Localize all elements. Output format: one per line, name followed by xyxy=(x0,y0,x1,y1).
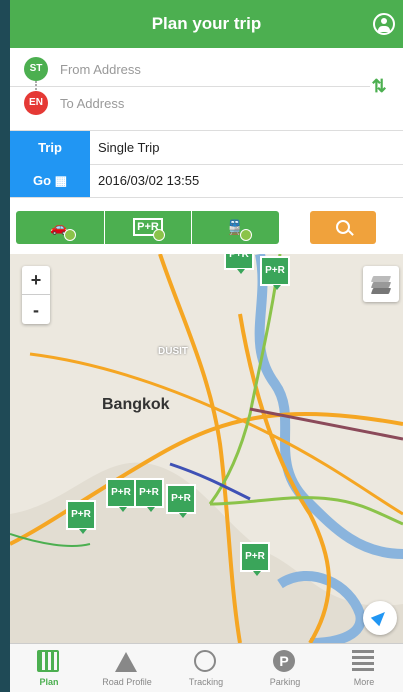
trip-label: Trip xyxy=(10,131,90,164)
mode-park-ride-button[interactable]: P+R xyxy=(104,211,192,244)
search-icon xyxy=(336,220,350,234)
departure-datetime[interactable]: 2016/03/02 13:55 xyxy=(98,173,199,188)
header-bar: Plan your trip xyxy=(10,0,403,48)
play-circle-icon xyxy=(194,650,216,672)
tab-more[interactable]: More xyxy=(325,644,403,692)
check-icon xyxy=(64,229,76,241)
address-panel: ST From Address EN To Address ⇅ xyxy=(10,52,403,120)
swap-vertical-icon[interactable]: ⇅ xyxy=(369,74,389,98)
park-ride-marker[interactable]: P+R xyxy=(224,254,254,274)
tab-label: Road Profile xyxy=(102,677,152,687)
park-ride-marker[interactable]: P+R xyxy=(134,478,164,512)
map-district-label: DUSIT xyxy=(158,346,188,357)
mode-train-button[interactable]: 🚆 xyxy=(192,211,278,244)
start-badge: ST xyxy=(24,57,48,81)
tab-plan[interactable]: Plan xyxy=(10,644,88,692)
zoom-in-button[interactable]: + xyxy=(22,266,50,295)
park-ride-marker[interactable]: P+R xyxy=(260,256,290,290)
transport-mode-selector: 🚗 P+R 🚆 xyxy=(16,211,279,244)
page-title: Plan your trip xyxy=(151,14,262,33)
road-icon xyxy=(115,652,137,672)
from-address-input[interactable]: From Address xyxy=(60,62,141,77)
tab-road-profile[interactable]: Road Profile xyxy=(88,644,166,692)
map-view[interactable]: + - Bangkok DUSIT P+R P+R P+R P+R P+R P+… xyxy=(10,254,403,643)
tab-label: Parking xyxy=(269,677,301,687)
layers-icon-bottom xyxy=(370,288,392,294)
park-ride-marker[interactable]: P+R xyxy=(66,500,96,534)
trip-type-select[interactable]: Single Trip xyxy=(98,140,159,155)
check-icon xyxy=(153,229,165,241)
divider xyxy=(90,164,403,165)
check-icon xyxy=(240,229,252,241)
park-ride-marker[interactable]: P+R xyxy=(166,484,196,518)
mode-car-button[interactable]: 🚗 xyxy=(16,211,102,244)
park-ride-marker[interactable]: P+R xyxy=(240,542,270,576)
to-address-input[interactable]: To Address xyxy=(60,96,124,111)
calculator-icon xyxy=(37,650,59,672)
bottom-tab-bar: Plan Road Profile Tracking P Parking Mor… xyxy=(10,643,403,692)
calendar-icon: ▦ xyxy=(54,173,67,188)
zoom-out-button[interactable]: - xyxy=(22,296,50,324)
parking-icon: P xyxy=(273,650,295,672)
tab-parking[interactable]: P Parking xyxy=(246,644,324,692)
app-screen: Plan your trip ST From Address EN To Add… xyxy=(10,0,403,692)
from-address-row[interactable]: ST From Address xyxy=(10,52,370,87)
go-label-text: Go xyxy=(33,173,52,188)
tab-label: Tracking xyxy=(188,677,224,687)
go-label: Go ▦ xyxy=(10,164,90,197)
search-button[interactable] xyxy=(310,211,376,244)
trip-options: Trip Single Trip Go ▦ 2016/03/02 13:55 xyxy=(10,130,403,198)
tab-tracking[interactable]: Tracking xyxy=(167,644,245,692)
tab-label: Plan xyxy=(39,677,59,687)
menu-icon xyxy=(352,650,374,672)
layers-button[interactable] xyxy=(363,266,399,302)
account-circle-icon[interactable] xyxy=(373,13,395,35)
end-badge: EN xyxy=(24,91,48,115)
park-ride-marker[interactable]: P+R xyxy=(106,478,136,512)
to-address-row[interactable]: EN To Address xyxy=(10,86,370,120)
tab-label: More xyxy=(353,677,375,687)
map-canvas xyxy=(10,254,403,643)
my-location-button[interactable] xyxy=(363,601,397,635)
zoom-controls: + - xyxy=(22,266,50,324)
map-city-label: Bangkok xyxy=(102,396,170,413)
